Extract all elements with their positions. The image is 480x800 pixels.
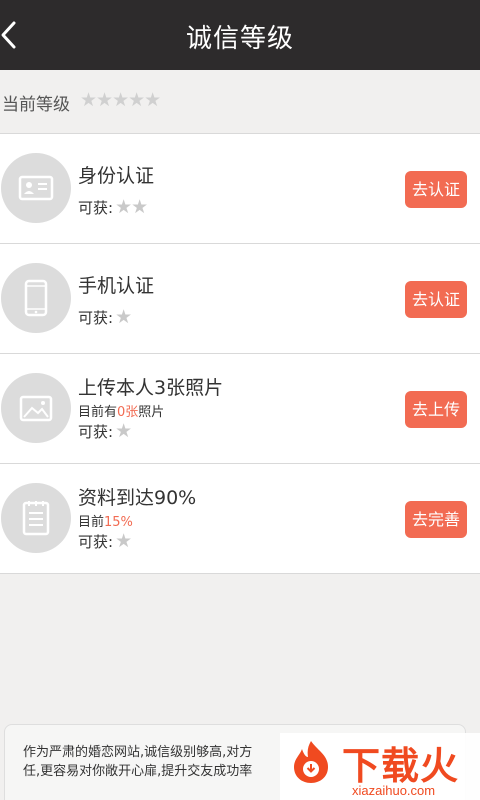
progress-value: 15% bbox=[104, 515, 133, 530]
verification-list: 身份认证 可获: ★★ 去认证 手机认证 可获: ★ 去认证 上传本人3张照片 目前… bbox=[0, 133, 480, 574]
item-progress-text: 目前有0张照片 bbox=[78, 401, 164, 420]
progress-prefix: 目前有 bbox=[78, 405, 118, 420]
list-item-upload-photos: 上传本人3张照片 目前有0张照片 可获: ★ 去上传 bbox=[0, 354, 480, 464]
item-title: 上传本人3张照片 bbox=[78, 377, 224, 399]
current-level-label: 当前等级 bbox=[2, 95, 70, 115]
title-bar: 诚信等级 bbox=[0, 0, 480, 70]
gain-label: 可获: bbox=[78, 423, 114, 441]
gain-stars: ★ bbox=[115, 530, 132, 552]
item-gain: 可获: ★ bbox=[78, 420, 132, 442]
phone-icon bbox=[1, 263, 71, 333]
item-gain: 可获: ★ bbox=[78, 306, 132, 328]
list-item-id-verification: 身份认证 可获: ★★ 去认证 bbox=[0, 134, 480, 244]
id-card-icon bbox=[1, 153, 71, 223]
complete-profile-button[interactable]: 去完善 bbox=[405, 501, 467, 538]
watermark-domain: xiazaihuo.com bbox=[352, 783, 436, 798]
list-item-complete-profile: 资料到达90% 目前15% 可获: ★ 去完善 bbox=[0, 464, 480, 574]
watermark: 下载火 xiazaihuo.com bbox=[280, 733, 480, 800]
list-item-phone-verification: 手机认证 可获: ★ 去认证 bbox=[0, 244, 480, 354]
upload-photos-button[interactable]: 去上传 bbox=[405, 391, 467, 428]
gain-label: 可获: bbox=[78, 533, 114, 551]
gain-stars: ★ bbox=[115, 420, 132, 442]
item-gain: 可获: ★★ bbox=[78, 196, 148, 218]
item-title: 手机认证 bbox=[78, 275, 155, 297]
item-title: 资料到达90% bbox=[78, 487, 197, 509]
page-title: 诚信等级 bbox=[185, 24, 294, 54]
gain-stars: ★ bbox=[115, 306, 132, 328]
item-title: 身份认证 bbox=[78, 165, 155, 187]
progress-value: 0张 bbox=[117, 405, 139, 420]
watermark-brand: 下载火 bbox=[342, 744, 460, 788]
progress-prefix: 目前 bbox=[78, 515, 105, 530]
item-progress-text: 目前15% bbox=[78, 511, 133, 530]
progress-suffix: 照片 bbox=[138, 405, 165, 420]
gain-label: 可获: bbox=[78, 309, 114, 327]
photo-icon bbox=[1, 373, 71, 443]
gain-label: 可获: bbox=[78, 199, 114, 217]
verify-id-button[interactable]: 去认证 bbox=[405, 171, 467, 208]
current-level-row: 当前等级 ★★★★★ bbox=[0, 70, 480, 132]
gain-stars: ★★ bbox=[115, 196, 148, 218]
document-icon bbox=[1, 483, 71, 553]
item-gain: 可获: ★ bbox=[78, 530, 132, 552]
current-level-stars: ★★★★★ bbox=[80, 89, 161, 111]
verify-phone-button[interactable]: 去认证 bbox=[405, 281, 467, 318]
flame-logo-icon bbox=[294, 741, 328, 783]
